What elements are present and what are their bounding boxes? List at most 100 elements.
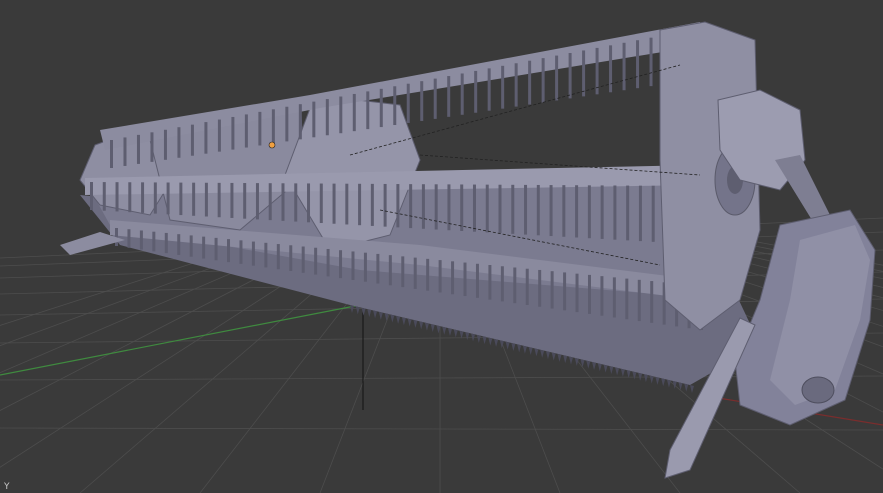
reel-tine [637,279,641,322]
reel-tine [488,265,492,300]
reel-tine [177,127,181,158]
reel-tine [366,91,370,130]
reel-tine [426,258,430,291]
reel-tine [587,274,591,314]
reel-tine [139,230,143,250]
reel-tine [638,185,642,242]
cutter-tooth [655,376,660,385]
reel-tine [258,111,262,146]
reel-tine [319,183,323,224]
cutter-tooth [424,322,429,331]
cutter-tooth [465,332,470,341]
reel-tine [153,182,157,214]
reel-tine [271,109,275,144]
reel-tine [128,182,132,213]
reel-tine [243,183,247,219]
reel-tine [189,235,193,257]
reel-tine [513,267,517,304]
reel-tine [339,250,343,279]
reel-tine [568,53,572,99]
cutter-tooth [494,338,499,347]
reel-tine [460,73,464,115]
cutter-tooth [592,361,597,370]
reel-tine [351,251,355,280]
reel-tine [352,93,356,132]
cutter-tooth [603,364,608,373]
cutter-tooth [476,334,481,343]
cutter-tooth [522,345,527,354]
cutter-tooth [620,368,625,377]
combine-header-model[interactable] [60,21,876,479]
cutter-tooth [540,349,545,358]
reel-tine [500,266,504,302]
cutter-tooth [528,347,533,356]
cutter-tooth [672,380,677,389]
cutter-tooth [551,352,556,361]
reel-tine [625,278,629,320]
reel-tine [463,262,467,297]
reel-tine [244,114,248,148]
reel-tine [613,185,617,240]
cutter-tooth [355,306,360,315]
reel-tine [451,261,455,295]
cutter-tooth [430,323,435,332]
cutter-tooth [442,326,447,335]
reel-tine [110,140,113,168]
reel-tine [127,229,131,248]
viewport-canvas[interactable] [0,0,883,493]
reel-tine [264,242,268,268]
reel-tine [622,42,626,91]
reel-tine [438,260,442,293]
reel-tine [612,277,616,318]
reel-tine [383,183,387,227]
cutter-tooth [447,328,452,337]
reel-tine [90,182,93,210]
cutter-tooth [401,317,406,326]
reel-tine [388,255,392,286]
cutter-tooth [407,318,412,327]
reel-tine [255,183,259,220]
reel-tine [525,268,529,305]
cutter-tooth [586,360,591,369]
reel-tine [587,185,591,239]
reel-tine [538,269,542,307]
reel-tine [555,55,559,101]
reel-tine [609,45,613,93]
cutter-tooth [557,353,562,362]
cutter-tooth [568,356,573,365]
side-shield-plug [801,376,835,404]
cutter-tooth [649,375,654,384]
origin-dot-icon[interactable] [268,141,276,149]
reel-tine [401,256,405,288]
cutter-tooth [643,374,648,383]
3d-viewport[interactable]: Y [0,0,883,493]
reel-tine [498,184,502,234]
reel-tine [314,247,318,275]
reel-tine [447,76,451,117]
reel-tine [281,183,285,221]
cutter-tooth [453,329,458,338]
reel-tine [651,185,655,242]
reel-tine [301,246,305,273]
reel-tine [204,122,208,154]
reel-tine [393,86,397,126]
reel-tine [312,101,316,138]
reel-tine [501,65,505,109]
cutter-tooth [690,385,694,393]
reel-tine [472,184,476,232]
reel-tine [152,231,156,252]
reel-tine [326,248,330,277]
cutter-tooth [378,311,383,320]
reel-tine [202,236,206,259]
reel-tine [487,68,491,111]
drive-arm [775,155,830,225]
reel-tine [433,78,437,119]
reel-tine [649,37,653,87]
cutter-tooth [505,341,510,350]
reel-tine [514,63,518,107]
cutter-tooth [563,355,568,364]
reel-tine [650,281,654,323]
reel-tine [123,137,127,166]
cutter-tooth [419,321,424,330]
reel-tine [474,70,478,113]
